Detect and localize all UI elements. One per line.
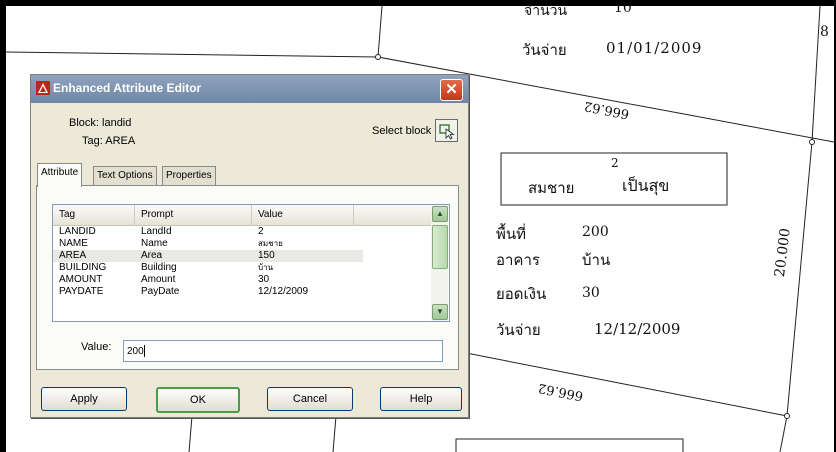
tab-properties[interactable]: Properties — [162, 166, 216, 186]
row-prompt: Name — [141, 238, 168, 249]
scroll-thumb[interactable] — [432, 225, 448, 269]
row-tag: AREA — [59, 250, 87, 261]
block-label: Block: landid — [69, 117, 132, 129]
paydate-top-label: วันจ่าย — [522, 41, 567, 59]
row-prompt: LandId — [141, 226, 172, 237]
value-label: Value: — [81, 341, 112, 353]
area-value: 200 — [582, 224, 609, 240]
building-label: อาคาร — [496, 251, 540, 269]
scroll-down-icon[interactable]: ▼ — [432, 304, 448, 320]
value-input[interactable]: 200 — [123, 340, 443, 362]
text-cursor — [143, 345, 145, 358]
paydate-value: 12/12/2009 — [594, 320, 681, 338]
apply-button[interactable]: Apply — [41, 387, 127, 411]
list-row-amount[interactable]: AMOUNT Amount 30 — [53, 274, 363, 286]
list-row-name[interactable]: NAME Name สมชาย — [53, 238, 363, 250]
tag-label: Tag: AREA — [82, 135, 136, 147]
row-tag: PAYDATE — [59, 286, 104, 297]
value-input-text: 200 — [127, 346, 144, 357]
close-button[interactable]: ✕ — [440, 79, 463, 101]
tab-text-options[interactable]: Text Options — [93, 166, 157, 186]
row-value: 30 — [258, 274, 270, 285]
scroll-up-icon[interactable]: ▲ — [432, 206, 448, 222]
help-button[interactable]: Help — [380, 387, 462, 411]
building-value: บ้าน — [582, 251, 611, 269]
amount-value: 30 — [582, 285, 600, 301]
column-header-value[interactable]: Value — [252, 205, 354, 225]
row-tag: BUILDING — [59, 262, 107, 273]
list-row-area[interactable]: AREA Area 150 — [53, 250, 363, 262]
partial-right-label: 8 — [820, 24, 829, 40]
row-prompt: Area — [141, 250, 163, 261]
box-surname: เป็นสุข — [622, 176, 670, 195]
column-header-tag[interactable]: Tag — [53, 205, 135, 225]
select-block-icon — [439, 124, 455, 140]
amount-label: ยอดเงิน — [496, 285, 547, 303]
cancel-button[interactable]: Cancel — [267, 387, 353, 411]
close-icon: ✕ — [445, 81, 458, 98]
area-label: พื้นที่ — [496, 225, 527, 243]
tab-attribute[interactable]: Attribute — [37, 163, 83, 187]
select-block-button[interactable] — [435, 119, 458, 142]
dialog-title: Enhanced Attribute Editor — [53, 81, 202, 95]
box-number: 2 — [611, 156, 619, 170]
paydate-label: วันจ่าย — [496, 321, 541, 339]
top-label: จำนวน — [524, 6, 568, 19]
top-value: 10 — [614, 6, 632, 16]
list-row-landid[interactable]: LANDID LandId 2 — [53, 226, 363, 238]
list-header: Tag Prompt Value — [53, 205, 431, 226]
list-row-building[interactable]: BUILDING Building บ้าน — [53, 262, 363, 274]
ok-button[interactable]: OK — [156, 387, 240, 413]
row-value: 2 — [258, 226, 264, 237]
attribute-list[interactable]: Tag Prompt Value LANDID LandId 2 NAME Na… — [52, 204, 450, 322]
list-scrollbar[interactable]: ▲ ▼ — [431, 205, 448, 321]
enhanced-attribute-editor-dialog: Enhanced Attribute Editor ✕ Block: landi… — [30, 74, 469, 418]
autocad-icon — [36, 81, 50, 95]
row-prompt: Building — [141, 262, 177, 273]
row-value: 150 — [258, 250, 275, 261]
paydate-top-value: 01/01/2009 — [606, 39, 703, 57]
row-value: สมชาย — [258, 239, 283, 248]
column-header-prompt[interactable]: Prompt — [135, 205, 252, 225]
row-tag: LANDID — [59, 226, 96, 237]
row-value: บ้าน — [258, 263, 274, 272]
row-tag: NAME — [59, 238, 88, 249]
row-tag: AMOUNT — [59, 274, 103, 285]
row-prompt: PayDate — [141, 286, 180, 297]
select-block-label: Select block — [372, 125, 432, 137]
box-name: สมชาย — [528, 179, 575, 197]
title-bar[interactable]: Enhanced Attribute Editor ✕ — [31, 75, 468, 103]
list-row-paydate[interactable]: PAYDATE PayDate 12/12/2009 — [53, 286, 363, 298]
row-prompt: Amount — [141, 274, 176, 285]
row-value: 12/12/2009 — [258, 286, 309, 297]
